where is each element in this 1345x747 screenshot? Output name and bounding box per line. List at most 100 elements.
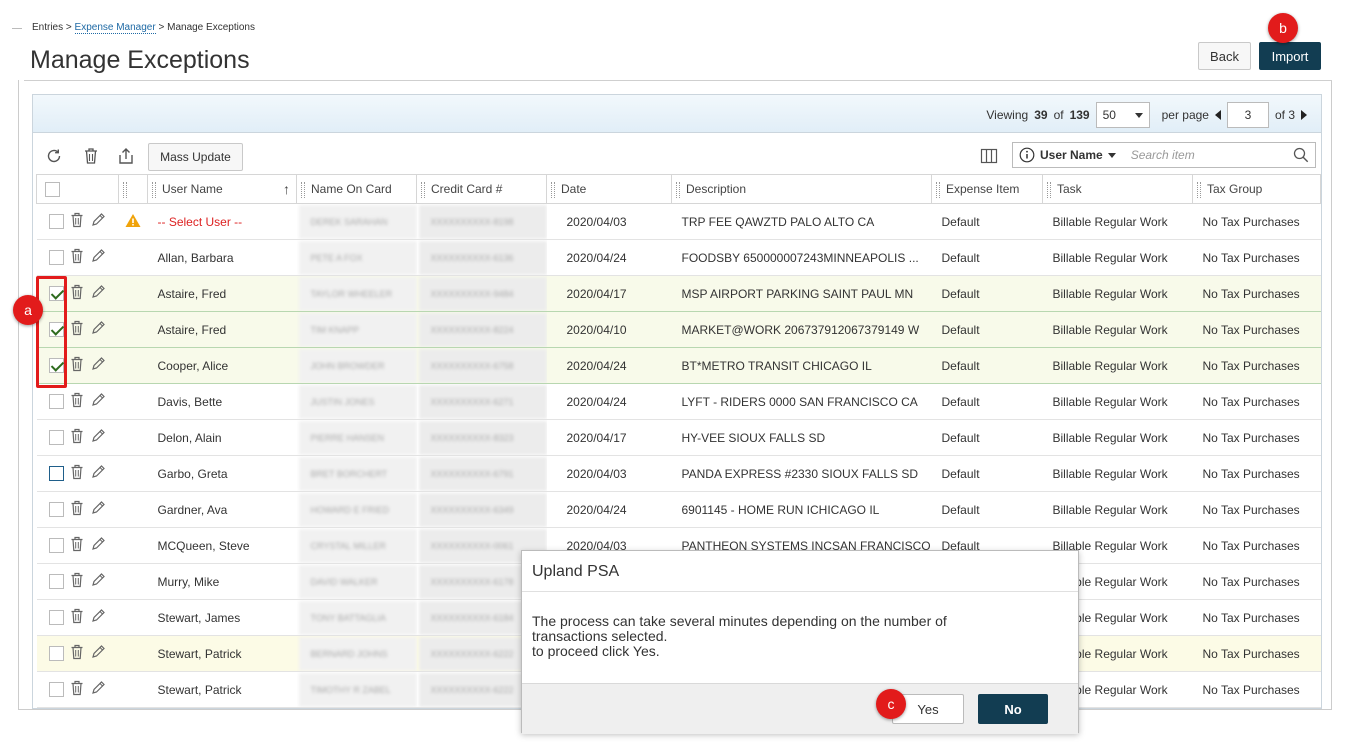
columns-icon[interactable] [979,146,999,166]
expense-item-cell[interactable]: Default [931,383,1043,420]
task-cell[interactable]: Billable Regular Work [1042,311,1193,348]
expense-item-cell[interactable]: Default [931,311,1043,348]
expense-item-cell[interactable]: Default [931,239,1043,276]
delete-icon[interactable] [70,320,84,339]
table-row[interactable]: Delon, Alain PIERRE HANSEN XXXXXXXXXX-8323… [36,419,1321,456]
info-icon[interactable] [1019,147,1035,163]
task-cell[interactable]: Billable Regular Work [1042,455,1193,492]
tax-group-cell[interactable]: No Tax Purchases [1192,455,1321,492]
table-row[interactable]: Astaire, Fred TIM KNAPP XXXXXXXXXX-8224 202… [36,311,1321,348]
table-row[interactable]: Cooper, Alice JOHN BROWDER XXXXXXXXXX-6758… [36,347,1321,384]
column-header-date[interactable]: Date [546,174,672,204]
tax-group-cell[interactable]: No Tax Purchases [1192,347,1321,384]
breadcrumb-expense-manager[interactable]: Expense Manager [74,22,156,34]
edit-pencil-icon[interactable] [90,608,106,627]
tax-group-cell[interactable]: No Tax Purchases [1192,527,1321,564]
edit-pencil-icon[interactable] [90,680,106,699]
column-header-credit-card[interactable]: Credit Card # [416,174,547,204]
edit-pencil-icon[interactable] [90,284,106,303]
row-checkbox[interactable] [48,214,64,229]
user-name-cell[interactable]: MCQueen, Steve [147,527,297,564]
edit-pencil-icon[interactable] [90,536,106,555]
column-grip[interactable] [676,182,680,198]
delete-icon[interactable] [70,428,84,447]
per-page-select[interactable]: 50 [1095,102,1150,128]
column-grip[interactable] [301,182,305,198]
tax-group-cell[interactable]: No Tax Purchases [1192,419,1321,456]
row-checkbox[interactable] [48,502,64,517]
edit-pencil-icon[interactable] [90,320,106,339]
user-name-cell[interactable]: Gardner, Ava [147,491,297,528]
import-button[interactable]: Import [1259,42,1321,70]
delete-icon[interactable] [70,212,84,231]
column-header-name-on-card[interactable]: Name On Card [296,174,417,204]
row-checkbox[interactable] [48,538,64,553]
column-grip[interactable] [421,182,425,198]
edit-pencil-icon[interactable] [90,500,106,519]
sort-ascending-icon[interactable]: ↑ [283,181,290,197]
user-name-cell[interactable]: Stewart, Patrick [147,671,297,708]
column-header-description[interactable]: Description [671,174,932,204]
delete-icon[interactable] [70,644,84,663]
user-name-cell[interactable]: Murry, Mike [147,563,297,600]
column-grip[interactable] [1047,182,1051,198]
row-checkbox[interactable] [48,682,64,697]
expense-item-cell[interactable]: Default [931,203,1043,240]
column-grip[interactable] [123,182,127,198]
delete-icon[interactable] [70,608,84,627]
export-icon[interactable] [116,146,136,166]
task-cell[interactable]: Billable Regular Work [1042,347,1193,384]
table-row[interactable]: Gardner, Ava HOWARD E FRIED XXXXXXXXXX-634… [36,491,1321,528]
tax-group-cell[interactable]: No Tax Purchases [1192,671,1321,708]
user-name-cell[interactable]: Garbo, Greta [147,455,297,492]
edit-pencil-icon[interactable] [90,248,106,267]
tax-group-cell[interactable]: No Tax Purchases [1192,635,1321,672]
refresh-icon[interactable] [44,146,64,166]
user-name-cell[interactable]: Astaire, Fred [147,311,297,348]
task-cell[interactable]: Billable Regular Work [1042,491,1193,528]
tax-group-cell[interactable]: No Tax Purchases [1192,239,1321,276]
select-all-checkbox[interactable] [45,181,60,197]
column-grip[interactable] [936,182,940,198]
user-name-cell[interactable]: Stewart, James [147,599,297,636]
row-checkbox[interactable] [48,430,64,445]
row-checkbox[interactable] [48,466,64,481]
expense-item-cell[interactable]: Default [931,455,1043,492]
tax-group-cell[interactable]: No Tax Purchases [1192,563,1321,600]
page-number-input[interactable]: 3 [1226,102,1269,128]
column-grip[interactable] [551,182,555,198]
task-cell[interactable]: Billable Regular Work [1042,419,1193,456]
expense-item-cell[interactable]: Default [931,347,1043,384]
user-name-cell[interactable]: Cooper, Alice [147,347,297,384]
user-name-cell[interactable]: Stewart, Patrick [147,635,297,672]
expense-item-cell[interactable]: Default [931,491,1043,528]
column-header-expense-item[interactable]: Expense Item [931,174,1043,204]
delete-icon[interactable] [70,464,84,483]
task-cell[interactable]: Billable Regular Work [1042,383,1193,420]
edit-pencil-icon[interactable] [90,572,106,591]
edit-pencil-icon[interactable] [90,212,106,231]
chevron-down-icon[interactable] [1107,152,1116,158]
expense-item-cell[interactable]: Default [931,419,1043,456]
breadcrumb-entries[interactable]: Entries [32,22,63,33]
user-name-cell[interactable]: Davis, Bette [147,383,297,420]
row-checkbox[interactable] [48,646,64,661]
delete-icon[interactable] [70,248,84,267]
delete-icon[interactable] [70,500,84,519]
row-checkbox[interactable] [48,250,64,265]
tax-group-cell[interactable]: No Tax Purchases [1192,311,1321,348]
edit-pencil-icon[interactable] [90,392,106,411]
task-cell[interactable]: Billable Regular Work [1042,203,1193,240]
back-button[interactable]: Back [1198,42,1251,70]
delete-icon[interactable] [81,146,101,166]
delete-icon[interactable] [70,572,84,591]
search-input[interactable]: Search item [1131,148,1288,162]
prev-page-icon[interactable] [1214,110,1221,120]
delete-icon[interactable] [70,356,84,375]
task-cell[interactable]: Billable Regular Work [1042,275,1193,312]
table-row[interactable]: Astaire, Fred TAYLOR WHEELER XXXXXXXXXX-94… [36,275,1321,312]
no-button[interactable]: No [978,694,1048,724]
expense-item-cell[interactable]: Default [931,275,1043,312]
table-row[interactable]: -- Select User -- DEREK SARAHAN XXXXXXXXXX… [36,203,1321,240]
row-checkbox[interactable] [48,610,64,625]
